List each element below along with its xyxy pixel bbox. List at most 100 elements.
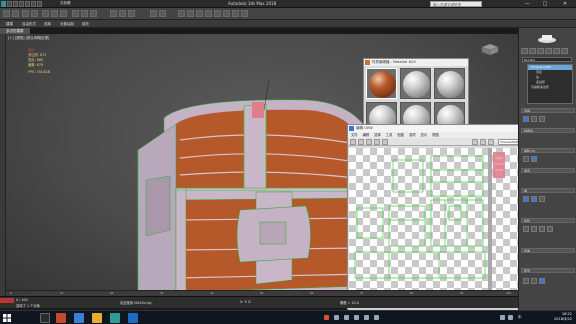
modify-tab-icon[interactable] [529,48,536,54]
tab-freeform[interactable]: 自由形式 [22,22,36,27]
selection-region-button[interactable] [60,10,67,17]
maximize-button[interactable]: □ [538,0,552,8]
new-file-icon[interactable] [7,1,12,7]
rollout-selection[interactable]: 选择 [521,108,575,113]
snap-toggle-button[interactable] [110,10,117,17]
uv-move-icon[interactable] [350,139,356,145]
align-button[interactable] [159,10,166,17]
input-language[interactable]: 中 [518,315,522,320]
unlink-button[interactable] [31,10,38,17]
rollout-edit-uv[interactable]: 编辑 UV [521,148,575,153]
viewcube-icon[interactable] [478,42,500,56]
box-map-icon[interactable] [547,226,553,232]
uv-channel-icon[interactable] [472,139,478,145]
material-slot-3[interactable] [434,68,465,99]
volume-icon[interactable] [508,315,513,320]
undo-button[interactable] [3,10,10,17]
scale-button[interactable] [90,10,97,17]
schematic-view-button[interactable] [205,10,212,17]
render-button[interactable] [241,10,248,17]
tray-icon[interactable] [354,315,359,320]
move-button[interactable] [72,10,79,17]
object-name-field[interactable]: Box001 [522,57,572,62]
display-seam-icon[interactable] [539,278,545,284]
modifier-stack[interactable]: Unwrap UVW 顶点 边 多边形 可编辑多边形 [527,64,573,104]
coordinate-readout[interactable]: X: Y: Z: [240,300,252,304]
system-clock[interactable]: 16:21 2018/3/22 [554,312,572,322]
tweak-in-view-icon[interactable] [531,156,537,162]
rollout-channel[interactable]: 通道 [521,168,575,173]
tab-object-paint[interactable]: 对象绘制 [60,22,74,27]
redo-icon[interactable] [31,1,36,7]
mirror-button[interactable] [150,10,157,17]
uv-freeform-icon[interactable] [374,139,380,145]
uv-show-map-icon[interactable] [480,139,486,145]
uv-scale-icon[interactable] [366,139,372,145]
planar-map-icon[interactable] [523,226,529,232]
folder-app-icon[interactable] [92,313,102,323]
uv-vw-icon[interactable] [488,139,494,145]
uv-mirror-icon[interactable] [382,139,388,145]
layer-manager-button[interactable] [178,10,185,17]
browser-app-icon[interactable] [74,313,84,323]
curve-editor-button[interactable] [196,10,203,17]
quick-file-label[interactable]: 无标题 [60,1,71,6]
rotate-button[interactable] [81,10,88,17]
tray-icon[interactable] [374,315,379,320]
tray-icon[interactable] [334,315,339,320]
maxscript-listener-button[interactable] [0,298,14,303]
tab-modeling[interactable]: 建模 [6,22,13,27]
sogou-ime-icon[interactable] [324,315,329,320]
3dsmax-taskbar-icon[interactable] [110,313,120,323]
rollout-wrap[interactable]: 包裹 [521,248,575,253]
polygon-select-icon[interactable] [539,116,545,122]
open-uv-editor-icon[interactable] [523,156,529,162]
cylindrical-map-icon[interactable] [531,226,537,232]
rollout-projection[interactable]: 投影 [521,218,575,223]
material-slot-2[interactable] [400,68,431,99]
modifier-editable-poly[interactable]: 可编辑多边形 [528,85,572,90]
rollout-material-id[interactable]: 材质ID [521,128,575,133]
quick-peel-icon[interactable] [539,196,545,202]
search-input[interactable]: 键入关键字或短语 [430,1,482,7]
graphite-toggle-button[interactable] [187,10,194,17]
seam-icon[interactable] [523,196,529,202]
spherical-map-icon[interactable] [539,226,545,232]
select-by-name-button[interactable] [51,10,58,17]
rollout-peel[interactable]: 剥 [521,188,575,193]
tray-icon[interactable] [344,315,349,320]
tab-selection[interactable]: 选择 [44,22,51,27]
windows-start-icon[interactable] [3,314,11,322]
link-button[interactable] [22,10,29,17]
display-tab-icon[interactable] [553,48,560,54]
motion-tab-icon[interactable] [545,48,552,54]
open-file-icon[interactable] [13,1,18,7]
task-view-icon[interactable] [40,313,50,323]
undo-icon[interactable] [25,1,30,7]
minimize-button[interactable]: — [520,0,534,8]
vertex-select-icon[interactable] [523,116,529,122]
tray-icon[interactable] [364,315,369,320]
rollout-configure[interactable]: 配置 [521,268,575,273]
redo-button[interactable] [12,10,19,17]
map-seam-icon[interactable] [523,278,529,284]
material-slot-1[interactable] [366,68,397,99]
edge-select-icon[interactable] [531,116,537,122]
material-editor-window[interactable]: 材质编辑器 - Material #25 [363,58,469,133]
save-icon[interactable] [19,1,24,7]
render-setup-button[interactable] [223,10,230,17]
render-frame-button[interactable] [232,10,239,17]
angle-snap-button[interactable] [119,10,126,17]
peel-seam-icon[interactable] [531,278,537,284]
close-button[interactable]: ✕ [558,0,572,8]
hierarchy-tab-icon[interactable] [537,48,544,54]
photoshop-app-icon[interactable] [128,313,138,323]
3dsmax-app-icon[interactable] [1,1,6,7]
project-icon[interactable] [37,1,42,7]
select-object-button[interactable] [42,10,49,17]
wps-app-icon[interactable] [56,313,66,323]
tab-populate[interactable]: 填充 [82,22,89,27]
percent-snap-button[interactable] [128,10,135,17]
create-tab-icon[interactable] [521,48,528,54]
utilities-tab-icon[interactable] [561,48,568,54]
